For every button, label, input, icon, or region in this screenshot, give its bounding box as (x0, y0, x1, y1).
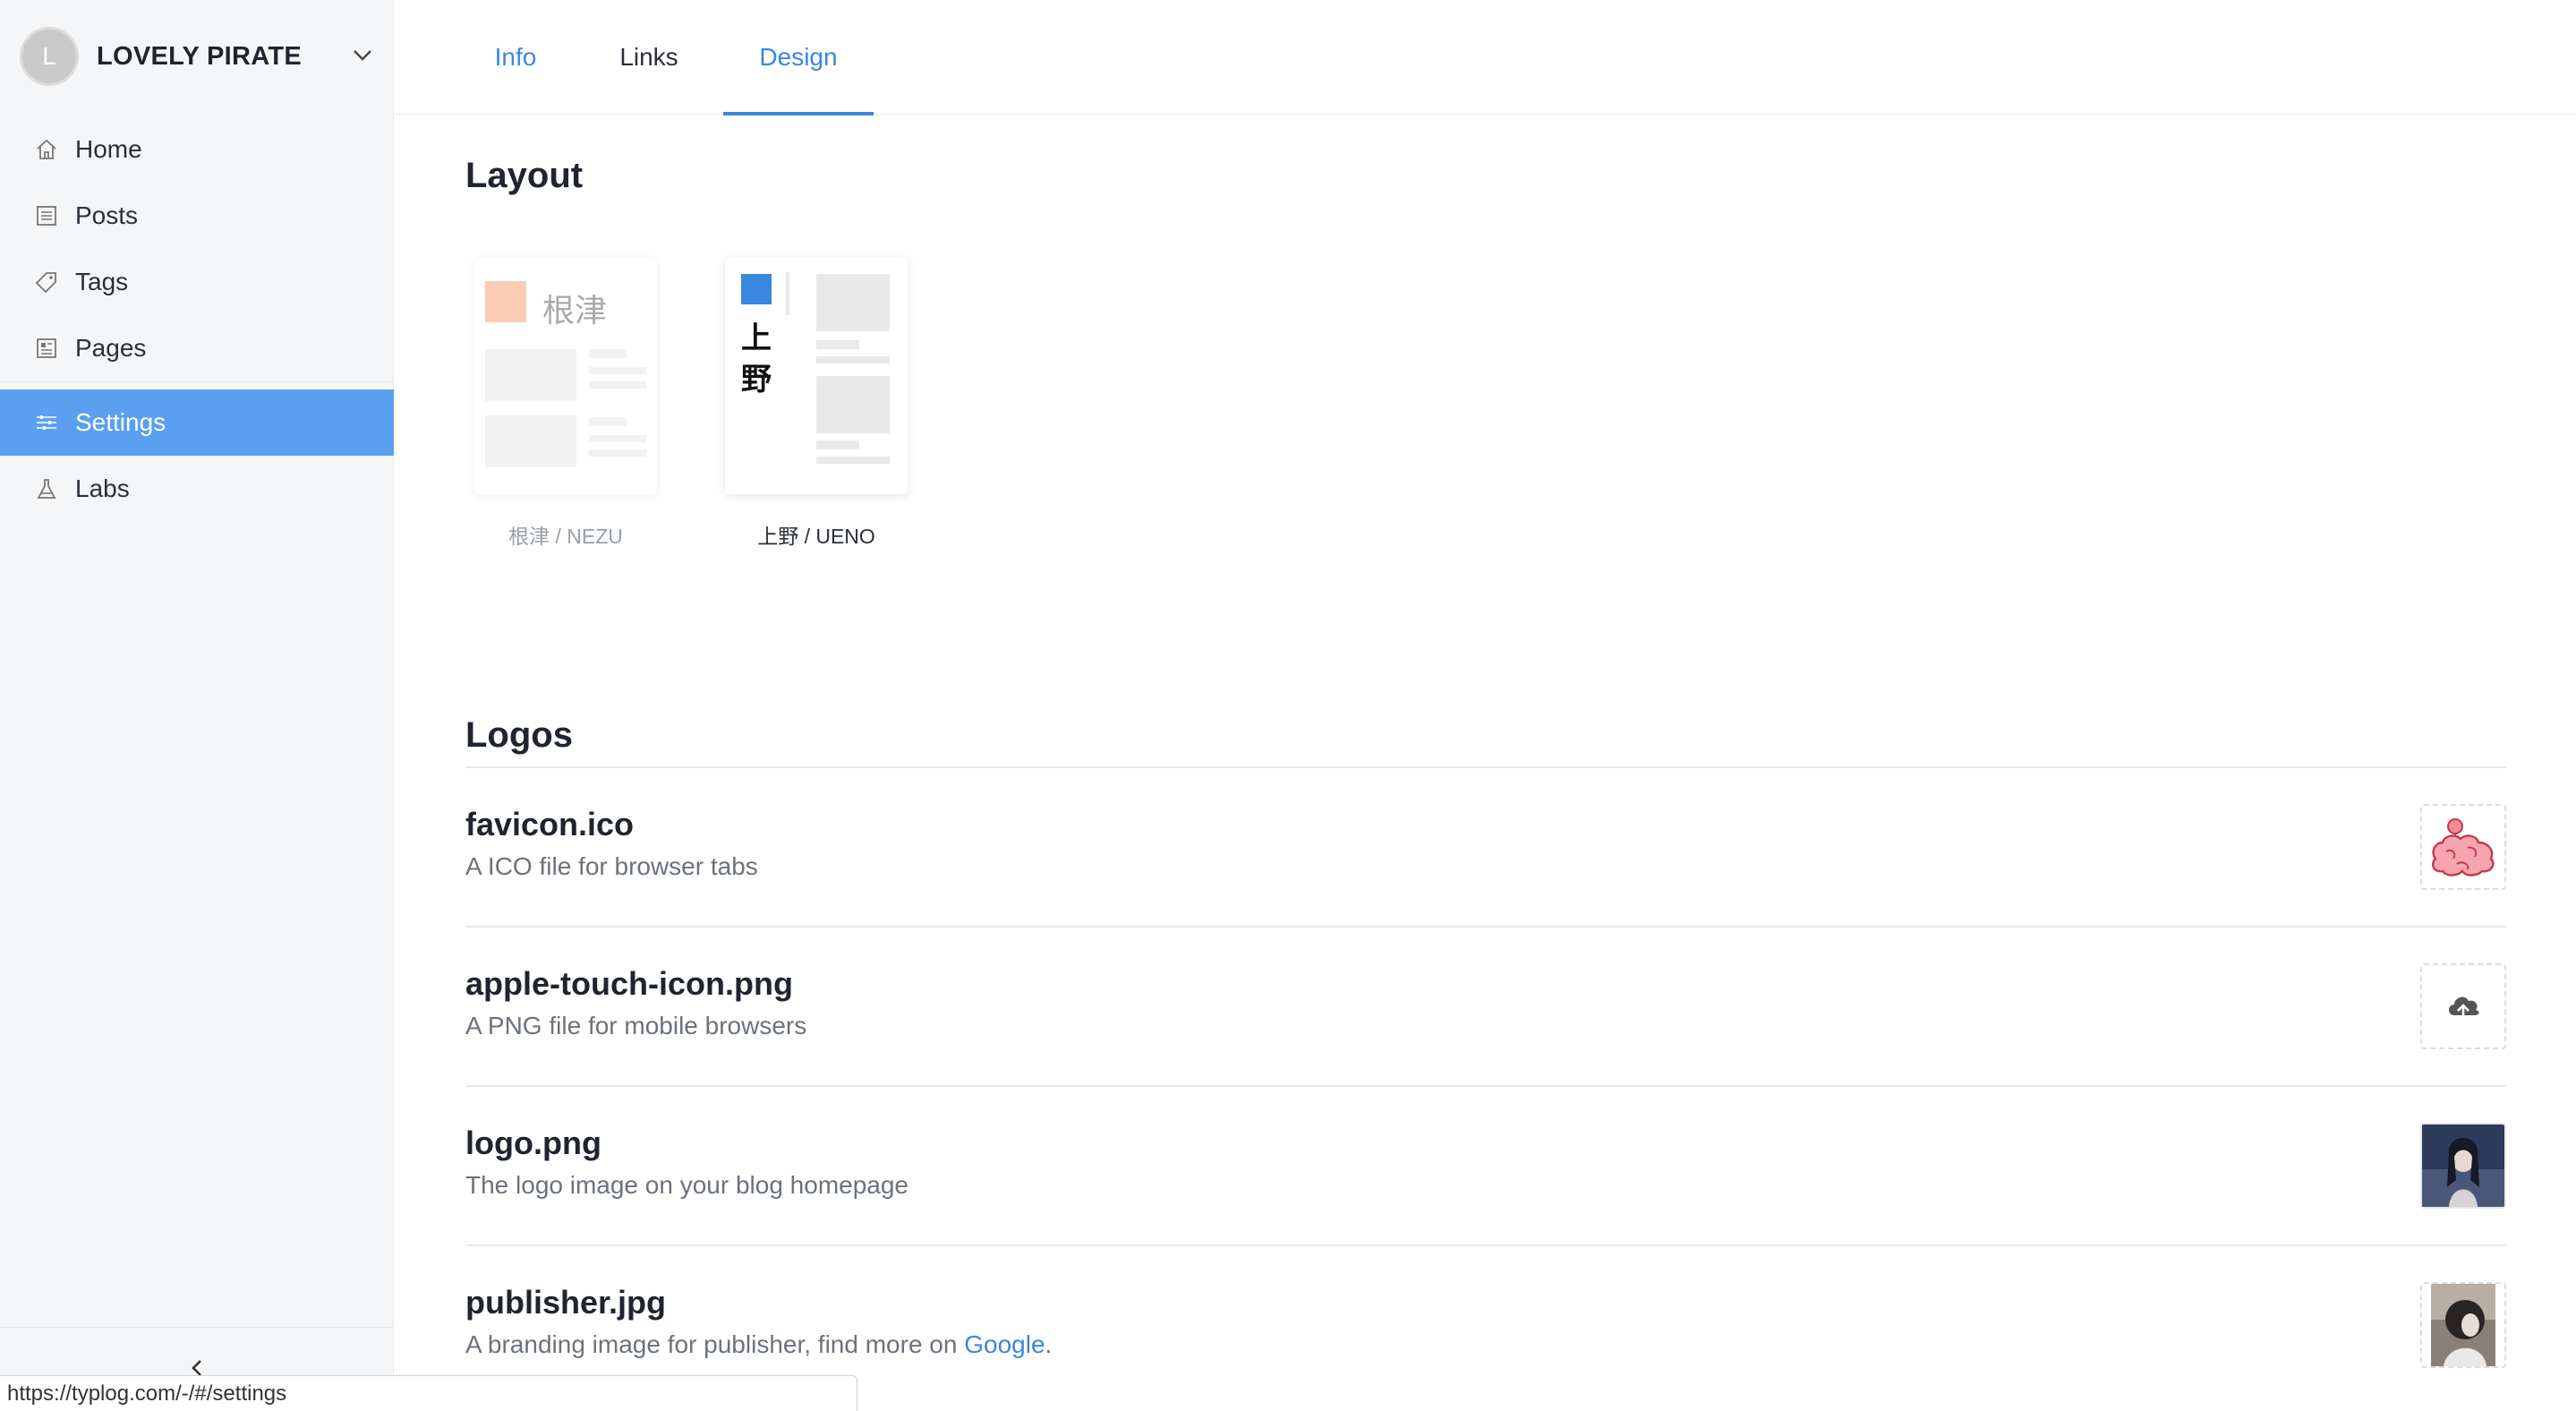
layout-caption-nezu: 根津 / NEZU (508, 525, 623, 548)
flask-icon (34, 476, 59, 501)
avatar: L (20, 27, 79, 86)
ueno-thumb-label-1: 上 (741, 321, 772, 356)
nezu-thumb-label: 根津 (542, 293, 608, 329)
layout-heading: Layout (465, 156, 584, 195)
sidebar-item-settings[interactable]: Settings (0, 389, 394, 456)
sidebar-item-labs[interactable]: Labs (0, 456, 394, 522)
tab-info[interactable]: Info (466, 0, 565, 115)
sliders-icon (34, 410, 59, 435)
tab-design[interactable]: Design (723, 0, 874, 115)
layout-caption-ueno: 上野 / UENO (757, 525, 875, 548)
publisher-upload[interactable] (2420, 1282, 2506, 1368)
sidebar-item-home[interactable]: Home (0, 116, 394, 183)
home-icon (34, 137, 59, 162)
logo-row-favicon: favicon.ico A ICO file for browser tabs (465, 768, 2506, 928)
settings-tabs: Info Links Design (395, 0, 2576, 115)
pages-icon (34, 336, 59, 361)
sidebar-item-label: Labs (75, 475, 130, 502)
chevron-down-icon (354, 50, 371, 61)
sidebar-item-tags[interactable]: Tags (0, 249, 394, 315)
logo-file-desc: A ICO file for browser tabs (465, 852, 758, 880)
logo-row-apple-touch-icon: apple-touch-icon.png A PNG file for mobi… (465, 928, 2506, 1087)
status-url: https://typlog.com/-/#/settings (0, 1375, 857, 1411)
posts-icon (34, 203, 59, 228)
sidebar-item-label: Tags (75, 268, 129, 295)
desc-text: A branding image for publisher, find mor… (465, 1330, 965, 1358)
favicon-upload[interactable] (2420, 804, 2506, 890)
layout-option-ueno[interactable]: 上 野 (725, 258, 908, 494)
logo-file-name: favicon.ico (465, 806, 635, 842)
apple-touch-icon-upload[interactable] (2420, 963, 2506, 1049)
logo-image (2422, 1125, 2504, 1207)
tag-icon (34, 269, 59, 295)
logo-file-name: publisher.jpg (465, 1284, 667, 1321)
logo-upload[interactable] (2420, 1123, 2506, 1209)
sidebar-item-posts[interactable]: Posts (0, 183, 394, 249)
sidebar-item-label: Settings (75, 408, 166, 436)
logo-file-name: apple-touch-icon.png (465, 965, 793, 1002)
logo-file-name: logo.png (465, 1125, 601, 1161)
sidebar-nav: Home Posts Tags Pages Settings Labs (0, 116, 394, 522)
logo-file-desc: A PNG file for mobile browsers (465, 1012, 807, 1039)
brain-icon (2432, 818, 2495, 877)
tab-links[interactable]: Links (600, 0, 698, 115)
sidebar: L LOVELY PIRATE Home Posts Tags Pages Se… (0, 0, 394, 1411)
nav-divider (0, 381, 394, 382)
desc-suffix: . (1045, 1330, 1053, 1358)
google-link[interactable]: Google (964, 1330, 1045, 1358)
sidebar-item-label: Home (75, 135, 142, 163)
layout-option-nezu[interactable]: 根津 (474, 258, 657, 494)
sidebar-item-pages[interactable]: Pages (0, 315, 394, 381)
cloud-upload-icon (2449, 996, 2479, 1021)
site-name: LOVELY PIRATE (97, 41, 302, 71)
site-switcher[interactable]: L LOVELY PIRATE (20, 27, 378, 86)
sidebar-footer-divider (0, 1327, 394, 1328)
logo-file-desc: The logo image on your blog homepage (465, 1171, 909, 1199)
sidebar-item-label: Posts (75, 201, 139, 229)
logos-heading: Logos (465, 715, 573, 755)
logo-file-desc: A branding image for publisher, find mor… (465, 1330, 1052, 1359)
logo-row-logo: logo.png The logo image on your blog hom… (465, 1087, 2506, 1246)
sidebar-item-label: Pages (75, 334, 147, 362)
ueno-thumb-label-2: 野 (741, 362, 772, 398)
publisher-image (2431, 1284, 2495, 1366)
